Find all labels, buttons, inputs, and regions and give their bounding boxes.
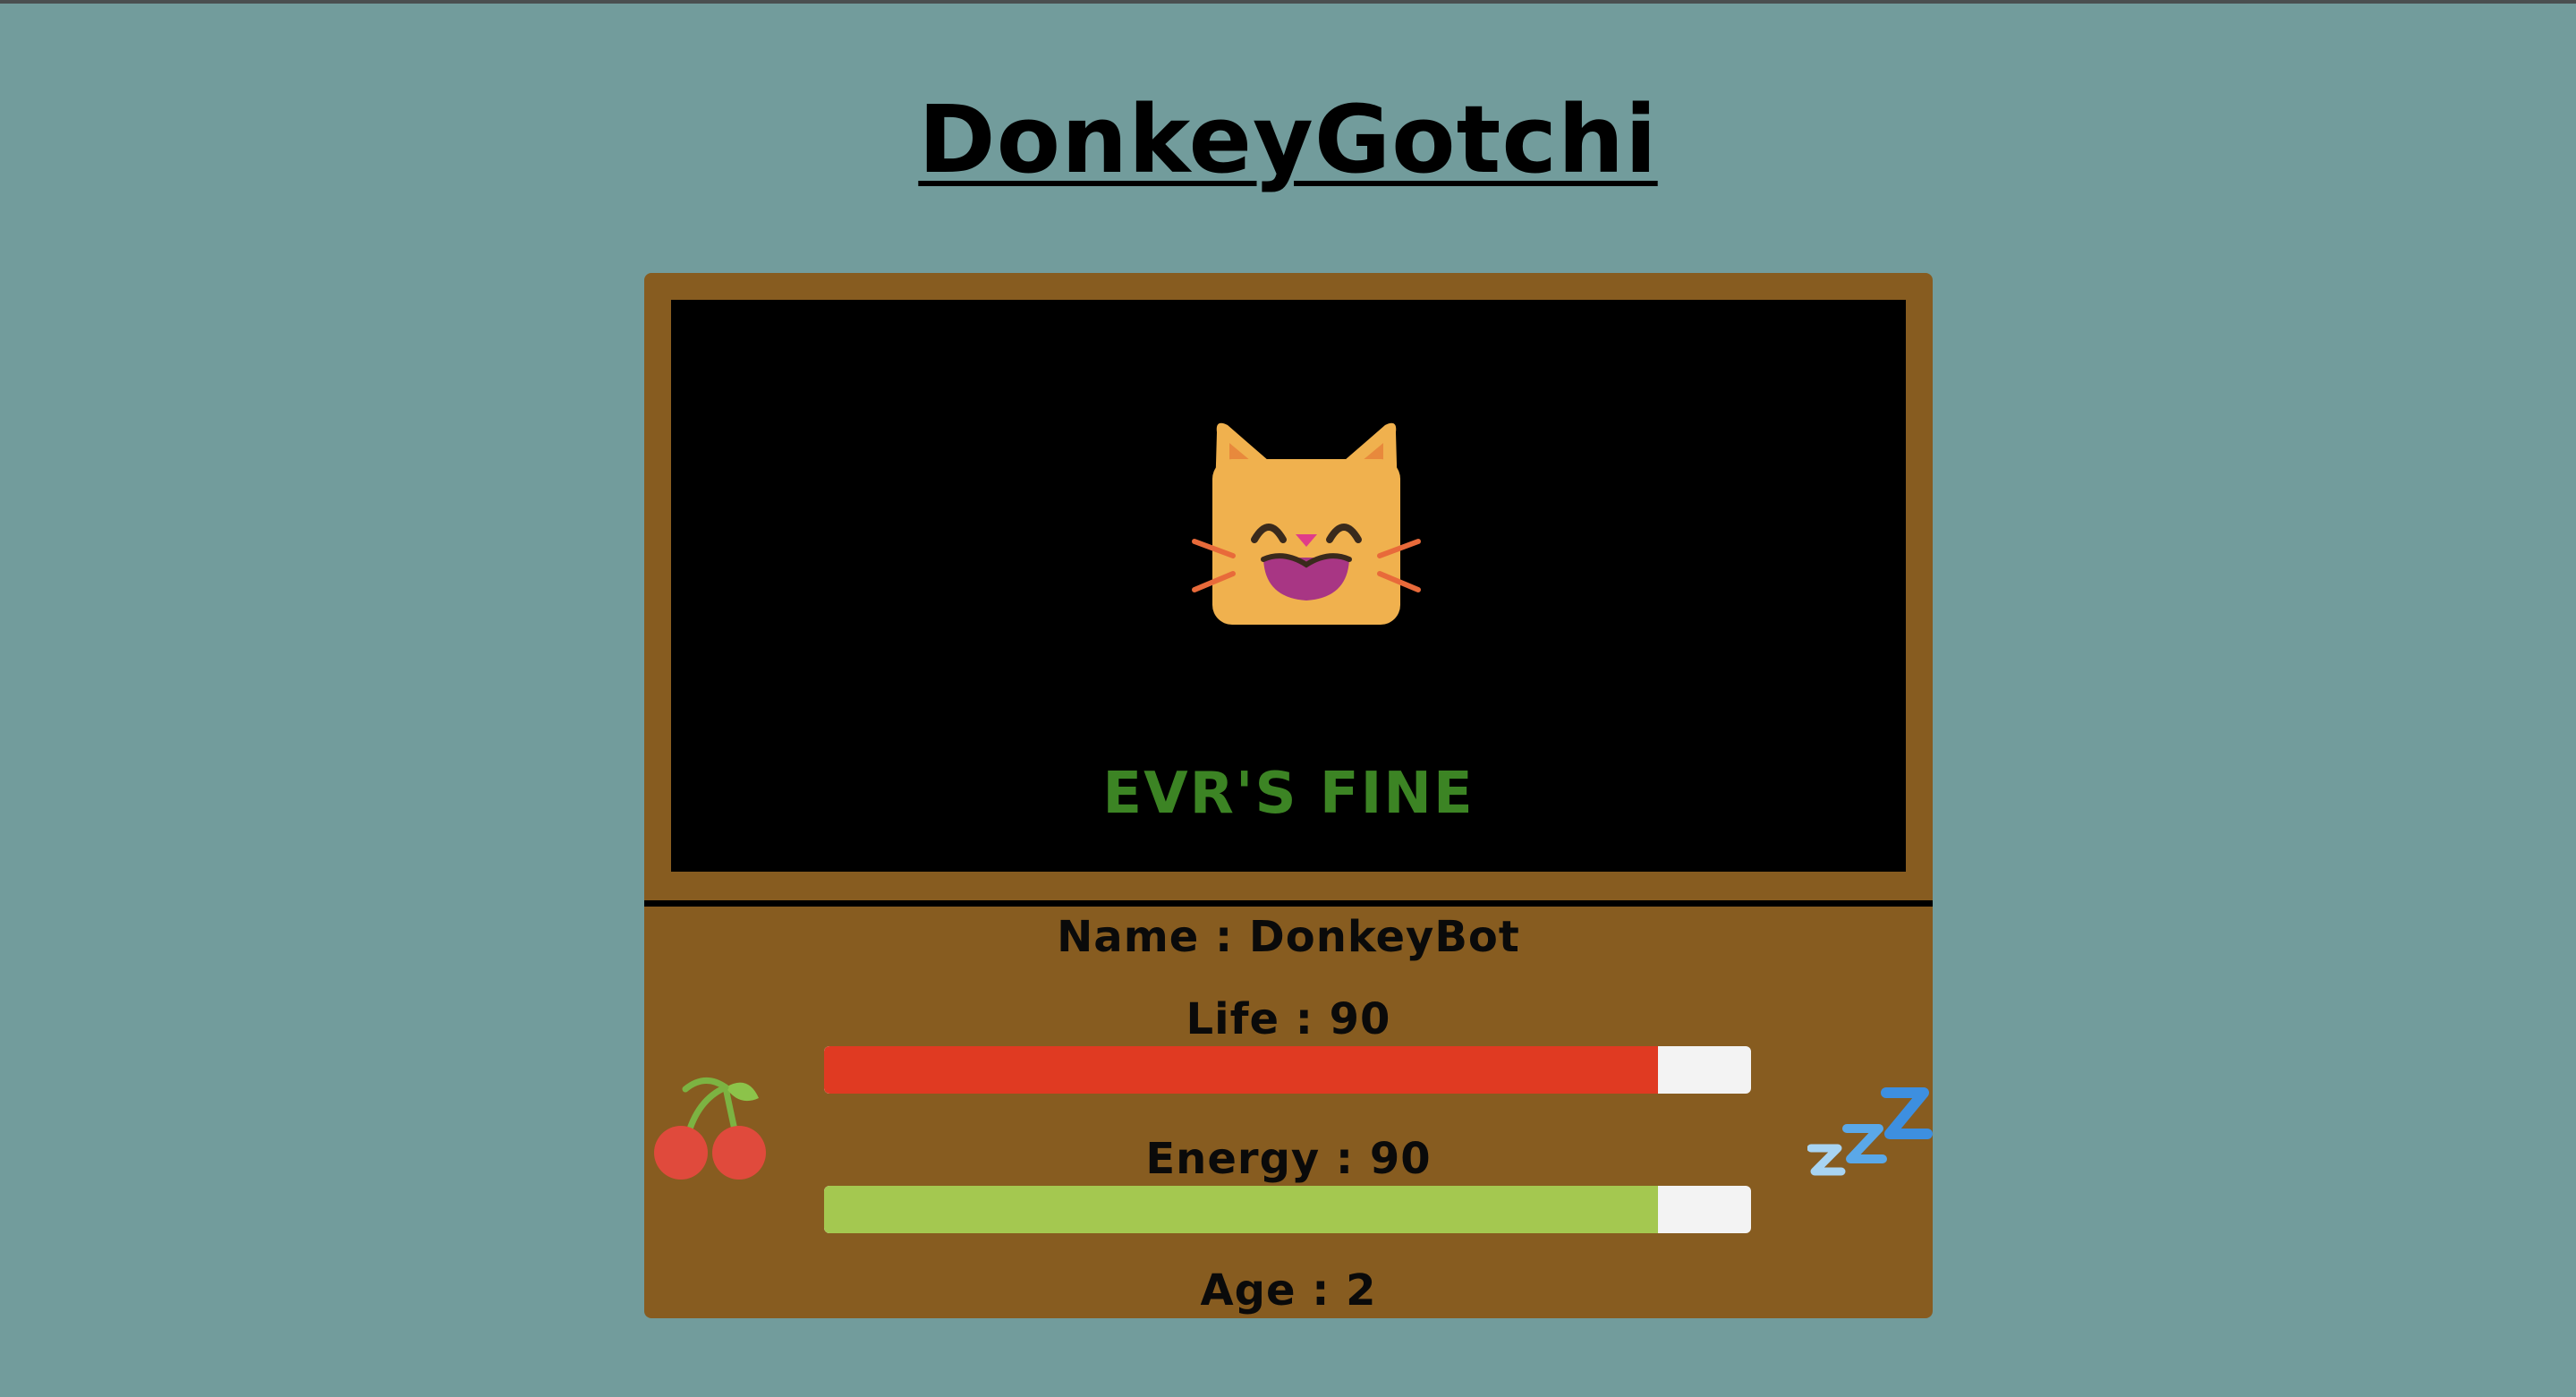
- cherries-icon: [654, 1078, 766, 1180]
- life-label: Life : 90: [1186, 994, 1391, 1044]
- energy-label: Energy : 90: [1145, 1134, 1432, 1184]
- zzz-icon: [1807, 1087, 1933, 1176]
- sleep-button[interactable]: [1807, 1078, 1933, 1186]
- smiling-cat-face-icon: [1192, 422, 1421, 625]
- energy-bar-fill: [824, 1186, 1659, 1233]
- pet-screen: EVR'S FINE: [671, 300, 1906, 872]
- energy-bar: [824, 1186, 1751, 1233]
- feed-button[interactable]: [650, 1061, 775, 1186]
- life-bar: [824, 1046, 1751, 1094]
- pet-name-label: Name : DonkeyBot: [1057, 912, 1520, 962]
- device-divider: [644, 900, 1933, 907]
- age-label: Age : 2: [1200, 1265, 1377, 1316]
- pet-status-text: EVR'S FINE: [1102, 761, 1475, 827]
- life-bar-fill: [824, 1046, 1659, 1094]
- page-title: DonkeyGotchi: [918, 85, 1658, 194]
- gotchi-device: EVR'S FINE Name : DonkeyBot Life : 90 En…: [644, 273, 1933, 1318]
